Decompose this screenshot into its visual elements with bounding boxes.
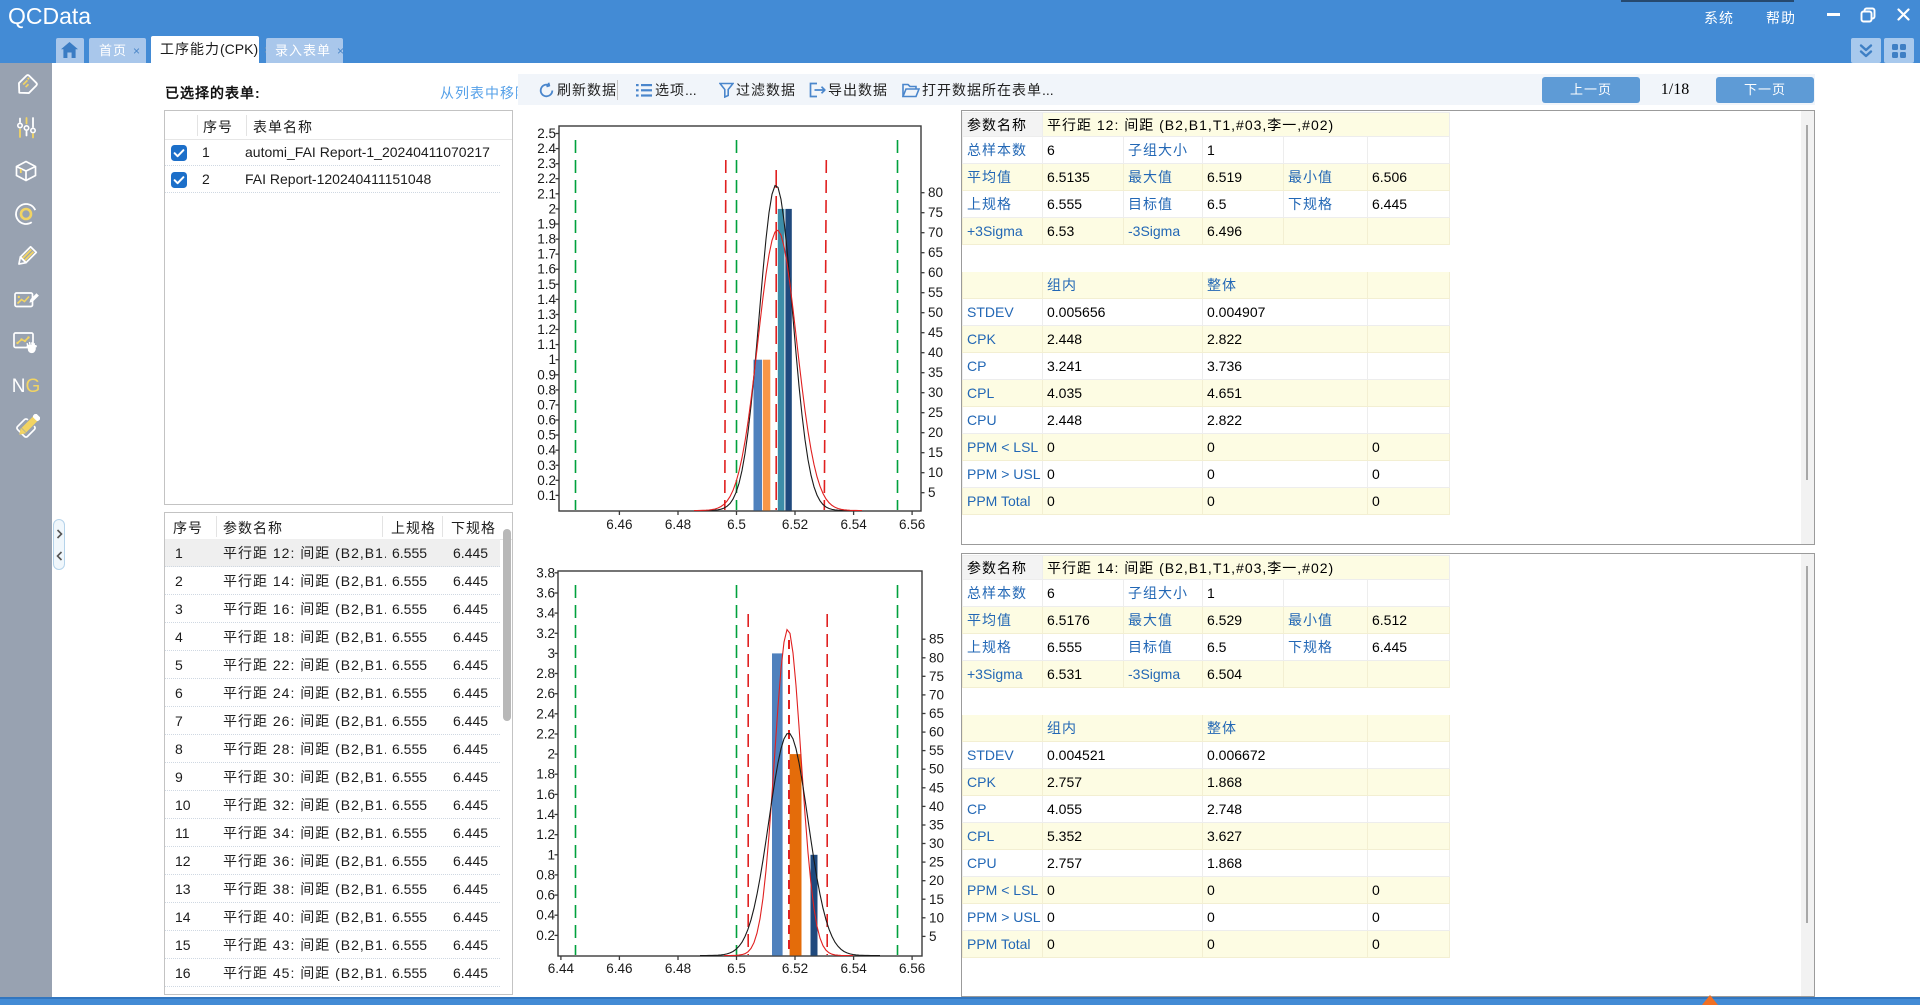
svg-text:0.1: 0.1 <box>537 488 556 503</box>
svg-text:6.44: 6.44 <box>548 961 575 976</box>
svg-text:1: 1 <box>548 352 556 367</box>
svg-text:80: 80 <box>929 650 944 665</box>
svg-text:0.8: 0.8 <box>536 867 555 882</box>
svg-text:50: 50 <box>929 762 944 777</box>
svg-text:6.52: 6.52 <box>782 961 808 976</box>
svg-text:15: 15 <box>928 445 943 460</box>
svg-text:75: 75 <box>929 669 944 684</box>
svg-text:1.7: 1.7 <box>537 247 556 262</box>
svg-text:6.5: 6.5 <box>727 961 746 976</box>
svg-text:0.5: 0.5 <box>537 428 556 443</box>
svg-text:2.4: 2.4 <box>536 706 555 721</box>
svg-text:0.6: 0.6 <box>537 413 556 428</box>
svg-text:25: 25 <box>928 405 943 420</box>
svg-text:40: 40 <box>929 799 944 814</box>
svg-text:35: 35 <box>928 365 943 380</box>
svg-text:35: 35 <box>929 818 944 833</box>
svg-text:1.3: 1.3 <box>537 307 556 322</box>
svg-text:60: 60 <box>929 725 944 740</box>
svg-text:6.46: 6.46 <box>606 517 632 532</box>
svg-text:55: 55 <box>929 743 944 758</box>
svg-text:6.54: 6.54 <box>840 517 867 532</box>
svg-text:0.4: 0.4 <box>536 908 555 923</box>
svg-text:20: 20 <box>929 873 944 888</box>
svg-text:2: 2 <box>548 201 556 216</box>
svg-text:60: 60 <box>928 265 943 280</box>
svg-text:20: 20 <box>928 425 943 440</box>
svg-text:3.6: 3.6 <box>536 586 555 601</box>
svg-text:6.54: 6.54 <box>840 961 867 976</box>
svg-text:1.8: 1.8 <box>536 767 555 782</box>
svg-text:1.2: 1.2 <box>537 322 556 337</box>
svg-text:5: 5 <box>929 929 937 944</box>
svg-text:2.8: 2.8 <box>536 666 555 681</box>
svg-text:2.2: 2.2 <box>537 171 556 186</box>
svg-text:15: 15 <box>929 892 944 907</box>
svg-text:25: 25 <box>929 855 944 870</box>
svg-text:2.2: 2.2 <box>536 727 555 742</box>
svg-text:50: 50 <box>928 305 943 320</box>
svg-text:45: 45 <box>928 325 943 340</box>
svg-text:2.4: 2.4 <box>537 141 556 156</box>
svg-text:6.56: 6.56 <box>899 961 925 976</box>
svg-text:0.2: 0.2 <box>537 473 556 488</box>
svg-text:3.4: 3.4 <box>536 606 555 621</box>
svg-text:1: 1 <box>547 847 555 862</box>
svg-text:65: 65 <box>928 245 943 260</box>
svg-text:0.7: 0.7 <box>537 397 556 412</box>
svg-text:1.6: 1.6 <box>536 787 555 802</box>
svg-text:75: 75 <box>928 205 943 220</box>
svg-text:3.2: 3.2 <box>536 626 555 641</box>
svg-text:45: 45 <box>929 780 944 795</box>
svg-text:1.8: 1.8 <box>537 232 556 247</box>
svg-text:10: 10 <box>929 910 944 925</box>
svg-text:1.1: 1.1 <box>537 337 556 352</box>
svg-text:6.46: 6.46 <box>606 961 632 976</box>
svg-text:6.48: 6.48 <box>665 517 691 532</box>
svg-text:55: 55 <box>928 285 943 300</box>
svg-text:70: 70 <box>929 687 944 702</box>
svg-text:1.2: 1.2 <box>536 827 555 842</box>
svg-text:6.48: 6.48 <box>665 961 691 976</box>
svg-text:30: 30 <box>928 385 943 400</box>
svg-text:6.5: 6.5 <box>727 517 746 532</box>
svg-text:0.4: 0.4 <box>537 443 556 458</box>
svg-text:2: 2 <box>547 747 555 762</box>
svg-text:40: 40 <box>928 345 943 360</box>
svg-text:0.8: 0.8 <box>537 382 556 397</box>
svg-text:2.3: 2.3 <box>537 156 556 171</box>
svg-text:2.5: 2.5 <box>537 126 556 141</box>
svg-text:3.8: 3.8 <box>536 565 555 580</box>
svg-text:1.6: 1.6 <box>537 262 556 277</box>
svg-text:30: 30 <box>929 836 944 851</box>
svg-text:1.5: 1.5 <box>537 277 556 292</box>
svg-text:70: 70 <box>928 225 943 240</box>
svg-text:0.2: 0.2 <box>536 928 555 943</box>
svg-text:10: 10 <box>928 465 943 480</box>
svg-text:1.9: 1.9 <box>537 217 556 232</box>
svg-text:5: 5 <box>928 485 936 500</box>
svg-text:1.4: 1.4 <box>537 292 556 307</box>
svg-text:1.4: 1.4 <box>536 807 555 822</box>
svg-text:6.52: 6.52 <box>782 517 808 532</box>
svg-text:65: 65 <box>929 706 944 721</box>
svg-text:0.6: 0.6 <box>536 888 555 903</box>
svg-text:2.6: 2.6 <box>536 686 555 701</box>
svg-text:0.9: 0.9 <box>537 367 556 382</box>
svg-text:85: 85 <box>929 632 944 647</box>
svg-text:0.3: 0.3 <box>537 458 556 473</box>
svg-text:80: 80 <box>928 185 943 200</box>
svg-text:3: 3 <box>547 646 555 661</box>
svg-text:2.1: 2.1 <box>537 186 556 201</box>
svg-text:6.56: 6.56 <box>899 517 925 532</box>
